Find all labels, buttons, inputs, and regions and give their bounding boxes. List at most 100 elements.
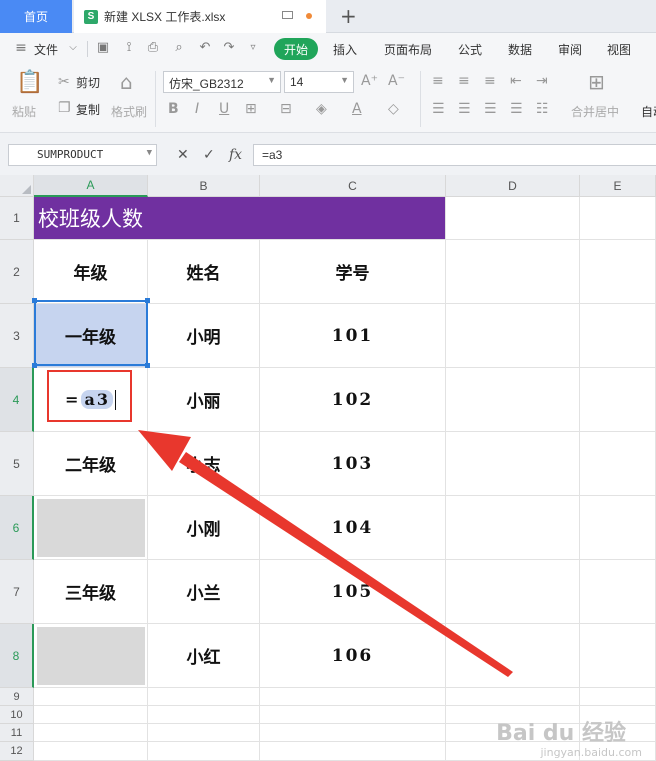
new-tab-button[interactable]: + bbox=[340, 4, 357, 28]
menu-start[interactable]: 开始 bbox=[274, 38, 318, 60]
menu-review[interactable]: 审阅 bbox=[558, 41, 582, 58]
cell-b11[interactable] bbox=[148, 724, 260, 742]
cell-c10[interactable] bbox=[260, 706, 446, 724]
cell-b8[interactable]: 小红 bbox=[148, 624, 260, 688]
align-center-icon[interactable]: ☰ bbox=[458, 101, 471, 117]
cell-d9[interactable] bbox=[446, 688, 580, 706]
more-icon[interactable]: ▿ bbox=[246, 41, 260, 55]
underline-icon[interactable]: U bbox=[219, 101, 229, 117]
title-cell[interactable]: 校班级人数 bbox=[34, 197, 446, 240]
font-size-select[interactable]: 14 ▼ bbox=[284, 71, 354, 93]
cell-c3[interactable]: 101 bbox=[260, 304, 446, 368]
copy-icon[interactable]: ❐ bbox=[58, 100, 71, 116]
name-box[interactable]: SUMPRODUCT ▼ bbox=[8, 144, 157, 166]
paste-button[interactable]: 粘贴 bbox=[12, 103, 36, 120]
cell-c4[interactable]: 102 bbox=[260, 368, 446, 432]
font-color-icon[interactable]: A bbox=[352, 101, 362, 117]
chevron-down-icon[interactable]: ▼ bbox=[147, 148, 152, 158]
row-header-7[interactable]: 7 bbox=[0, 560, 34, 624]
cell-b9[interactable] bbox=[148, 688, 260, 706]
merge-center-button[interactable]: 合并居中 bbox=[571, 103, 619, 120]
cell-c9[interactable] bbox=[260, 688, 446, 706]
header-name[interactable]: 姓名 bbox=[148, 240, 260, 304]
column-header-c[interactable]: C bbox=[260, 175, 446, 197]
cell-a7[interactable]: 三年级 bbox=[34, 560, 148, 624]
menu-file[interactable]: 文件 bbox=[34, 41, 58, 58]
column-header-b[interactable]: B bbox=[148, 175, 260, 197]
bold-icon[interactable]: B bbox=[168, 101, 179, 117]
cell-e7[interactable] bbox=[580, 560, 656, 624]
selection-handle[interactable] bbox=[145, 298, 150, 303]
cell-d2[interactable] bbox=[446, 240, 580, 304]
cell-b12[interactable] bbox=[148, 742, 260, 761]
cell-d4[interactable] bbox=[446, 368, 580, 432]
cell-b10[interactable] bbox=[148, 706, 260, 724]
undo-icon[interactable]: ↶ bbox=[198, 41, 212, 55]
confirm-icon[interactable]: ✓ bbox=[203, 147, 215, 163]
cell-e5[interactable] bbox=[580, 432, 656, 496]
row-header-3[interactable]: 3 bbox=[0, 304, 34, 368]
font-shrink-icon[interactable]: A⁻ bbox=[388, 73, 405, 89]
align-middle-icon[interactable]: ≡ bbox=[458, 73, 470, 89]
row-header-11[interactable]: 11 bbox=[0, 724, 34, 742]
fill-color-icon[interactable]: ◈ bbox=[316, 101, 327, 117]
redo-icon[interactable]: ↷ bbox=[222, 41, 236, 55]
cell-a8[interactable] bbox=[34, 624, 148, 688]
row-header-2[interactable]: 2 bbox=[0, 240, 34, 304]
align-right-icon[interactable]: ☰ bbox=[484, 101, 497, 117]
auto-wrap-button[interactable]: 自动 bbox=[641, 103, 656, 120]
cell-c12[interactable] bbox=[260, 742, 446, 761]
row-header-6[interactable]: 6 bbox=[0, 496, 34, 560]
cell-d8[interactable] bbox=[446, 624, 580, 688]
cell-c5[interactable]: 103 bbox=[260, 432, 446, 496]
row-header-1[interactable]: 1 bbox=[0, 197, 34, 240]
function-icon[interactable]: fx bbox=[229, 147, 242, 163]
cell-b4[interactable]: 小丽 bbox=[148, 368, 260, 432]
row-header-12[interactable]: 12 bbox=[0, 742, 34, 761]
formula-input[interactable]: =a3 bbox=[253, 144, 656, 166]
cell-a5[interactable]: 二年级 bbox=[34, 432, 148, 496]
column-header-d[interactable]: D bbox=[446, 175, 580, 197]
preview-icon[interactable]: ⌕ bbox=[172, 41, 186, 55]
cell-a6[interactable] bbox=[34, 496, 148, 560]
cell-d1[interactable] bbox=[446, 197, 580, 240]
format-painter-button[interactable]: 格式刷 bbox=[111, 103, 147, 120]
border-icon[interactable]: ⊞ bbox=[245, 101, 257, 117]
indent-increase-icon[interactable]: ⇥ bbox=[536, 73, 548, 89]
cut-button[interactable]: 剪切 bbox=[76, 74, 100, 91]
cell-e6[interactable] bbox=[580, 496, 656, 560]
cell-a10[interactable] bbox=[34, 706, 148, 724]
menu-insert[interactable]: 插入 bbox=[333, 41, 357, 58]
cell-e2[interactable] bbox=[580, 240, 656, 304]
eraser-icon[interactable]: ◇ bbox=[388, 101, 399, 117]
row-header-4[interactable]: 4 bbox=[0, 368, 34, 432]
cell-c7[interactable]: 105 bbox=[260, 560, 446, 624]
cut-icon[interactable]: ✂ bbox=[58, 74, 70, 90]
align-bottom-icon[interactable]: ≡ bbox=[484, 73, 496, 89]
row-header-10[interactable]: 10 bbox=[0, 706, 34, 724]
merge-icon[interactable]: ⊞ bbox=[588, 71, 605, 93]
cell-c11[interactable] bbox=[260, 724, 446, 742]
cell-e4[interactable] bbox=[580, 368, 656, 432]
selection-handle[interactable] bbox=[145, 363, 150, 368]
cell-d5[interactable] bbox=[446, 432, 580, 496]
column-header-e[interactable]: E bbox=[580, 175, 656, 197]
paste-icon[interactable]: 📋 bbox=[16, 71, 43, 95]
hamburger-icon[interactable]: ≡ bbox=[14, 41, 28, 55]
select-all-corner[interactable] bbox=[0, 175, 34, 197]
cell-d7[interactable] bbox=[446, 560, 580, 624]
distributed-icon[interactable]: ☷ bbox=[536, 101, 549, 117]
header-id[interactable]: 学号 bbox=[260, 240, 446, 304]
chevron-down-icon[interactable]: ⌵ bbox=[66, 41, 80, 55]
tab-home[interactable]: 首页 bbox=[0, 0, 72, 33]
cell-e1[interactable] bbox=[580, 197, 656, 240]
cell-b6[interactable]: 小刚 bbox=[148, 496, 260, 560]
cell-c8[interactable]: 106 bbox=[260, 624, 446, 688]
header-grade[interactable]: 年级 bbox=[34, 240, 148, 304]
italic-icon[interactable]: I bbox=[195, 101, 199, 117]
paint-icon[interactable]: ⟟ bbox=[122, 41, 136, 55]
cell-c6[interactable]: 104 bbox=[260, 496, 446, 560]
align-left-icon[interactable]: ☰ bbox=[432, 101, 445, 117]
cell-b5[interactable]: 小志 bbox=[148, 432, 260, 496]
monitor-icon[interactable] bbox=[282, 11, 293, 19]
